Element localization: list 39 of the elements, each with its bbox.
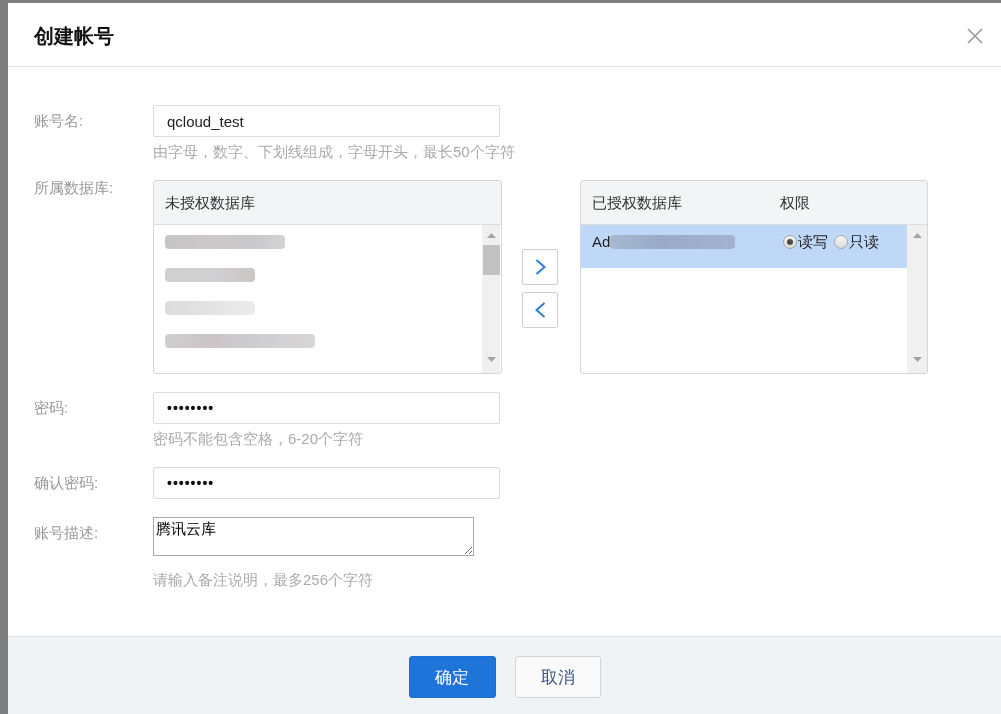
confirm-button[interactable]: 确定 [408,656,496,698]
scrollbar[interactable] [907,225,927,373]
blurred-list-item[interactable] [165,333,315,348]
field-label: 密码: [34,398,70,418]
field-label: 所属数据库: [34,180,115,196]
column-header: 未授权数据库 [165,192,256,213]
column-header: 权限 [780,192,810,213]
list-row[interactable]: Ad 读写 只读 [581,225,907,268]
scrollbar[interactable] [482,225,500,373]
hint-text: 请输入备注说明，最多256个字符 [153,570,374,590]
column-header: 已授权数据库 [592,192,683,213]
blurred-list-item[interactable] [165,267,255,282]
move-right-button[interactable] [522,249,558,285]
password-field[interactable]: •••••••• [153,467,500,499]
chevron-left-icon [534,302,546,318]
description-field[interactable]: 腾讯云库 [153,517,474,556]
close-icon [967,27,983,44]
triangle-up-icon [486,233,496,238]
text-field[interactable]: qcloud_test [153,105,500,137]
cancel-button[interactable]: 取消 [514,656,601,698]
blurred-list-item[interactable] [165,234,285,249]
scrollbar-thumb[interactable] [482,245,500,275]
dialog-title: 创建帐号 [34,23,114,49]
list-item-text: Ad [592,232,611,252]
triangle-up-icon [912,233,922,238]
chevron-right-icon [534,259,546,275]
field-label: 确认密码: [34,473,100,493]
field-label: 账号名: [34,111,85,131]
close-button[interactable] [967,27,983,44]
blurred-list-item[interactable] [165,300,255,315]
triangle-down-icon [486,357,496,362]
field-label: 账号描述: [34,523,100,543]
radio-option[interactable]: 读写 [780,232,828,252]
radio-option[interactable]: 只读 [831,232,879,252]
hint-text: 密码不能包含空格，6-20个字符 [153,429,364,449]
hint-text: 由字母，数字、下划线组成，字母开头，最长50个字符 [153,142,515,162]
triangle-down-icon [912,357,922,362]
password-field[interactable]: •••••••• [153,392,500,424]
move-left-button[interactable] [522,292,558,328]
